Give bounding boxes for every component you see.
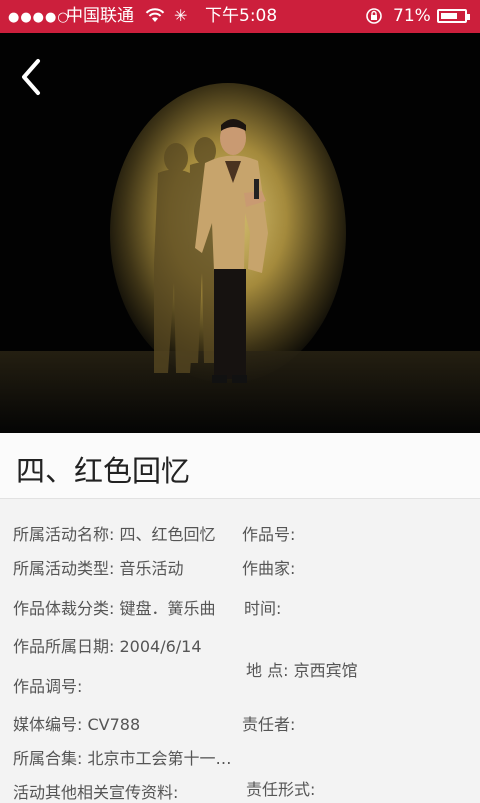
status-bar: ●●●●○ 中国联通 ✳ 下午5:08 71%	[0, 0, 480, 33]
activity-type: 所属活动类型: 音乐活动	[13, 559, 184, 578]
other-materials[interactable]: 活动其他相关宣传资料:	[13, 779, 235, 803]
work-details: 所属活动名称: 四、红色回忆 作品号: 所属活动类型: 音乐活动 作曲家: 作品…	[0, 500, 480, 803]
time: 时间:	[244, 599, 282, 618]
responsible-party: 责任者:	[242, 715, 296, 734]
work-key: 作品调号:	[13, 677, 83, 696]
composer: 作曲家:	[242, 559, 296, 578]
wifi-icon	[145, 7, 165, 29]
work-date: 作品所属日期: 2004/6/14	[13, 637, 202, 656]
battery-percentage: 71%	[393, 6, 431, 26]
chevron-left-icon	[22, 59, 40, 95]
status-time: 下午5:08	[205, 6, 278, 26]
page-title: 四、红色回忆	[16, 454, 191, 488]
activity-name: 所属活动名称: 四、红色回忆	[13, 525, 216, 544]
genre: 作品体裁分类: 键盘．簧乐曲	[13, 599, 216, 618]
battery-icon	[437, 9, 470, 23]
video-frame	[0, 33, 480, 433]
rotation-lock-icon	[365, 7, 383, 31]
responsibility-form: 责任形式:	[246, 780, 316, 799]
back-button[interactable]	[16, 55, 50, 99]
title-bar: 四、红色回忆	[0, 433, 480, 499]
media-id: 媒体编号: CV788	[13, 715, 141, 734]
signal-strength-icon: ●●●●○	[8, 10, 70, 25]
activity-spinner-icon: ✳	[174, 6, 188, 25]
collection: 所属合集: 北京市工会第十一届职工文化艺术节	[13, 749, 235, 768]
work-number: 作品号:	[242, 525, 296, 544]
location: 地 点: 京西宾馆	[246, 661, 358, 680]
video-player[interactable]	[0, 33, 480, 433]
carrier-name: 中国联通	[66, 6, 134, 26]
